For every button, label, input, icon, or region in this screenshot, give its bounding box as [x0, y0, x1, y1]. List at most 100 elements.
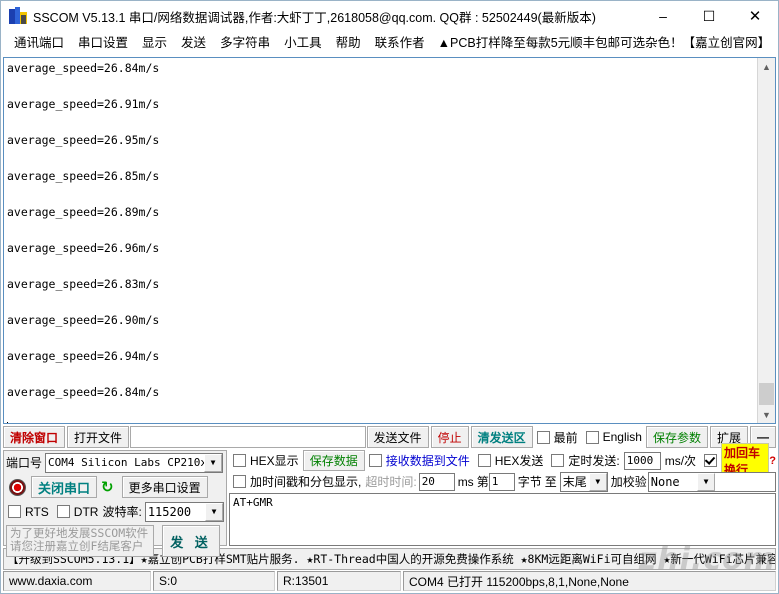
- crlf-checkbox[interactable]: [700, 454, 721, 467]
- status-website[interactable]: www.daxia.com: [3, 571, 151, 591]
- checksum-chevron-down-icon[interactable]: ▼: [697, 472, 715, 491]
- port-value: COM4 Silicon Labs CP210x U: [48, 456, 221, 469]
- terminal-line: average_speed=26.89m/s: [7, 205, 160, 219]
- to-label: 至: [544, 475, 557, 489]
- receive-area[interactable]: average_speed=26.84m/s average_speed=26.9…: [3, 57, 776, 424]
- timeout-unit-label: ms: [457, 474, 474, 489]
- scroll-up-icon[interactable]: ▲: [758, 58, 775, 75]
- dtr-checkbox[interactable]: DTR: [53, 505, 103, 519]
- baud-chevron-down-icon[interactable]: ▼: [205, 502, 223, 521]
- title-bar: SSCOM V5.13.1 串口/网络数据调试器,作者:大虾丁丁,2618058…: [1, 1, 778, 32]
- interval-input[interactable]: 1000: [623, 451, 661, 470]
- menu-item-multi-string[interactable]: 多字符串: [213, 32, 277, 55]
- menu-item-serial-settings[interactable]: 串口设置: [71, 32, 135, 55]
- send-text-area[interactable]: AT+GMR: [229, 493, 776, 546]
- minimize-button[interactable]: –: [640, 1, 686, 31]
- menu-item-comm-port[interactable]: 通讯端口: [7, 32, 71, 55]
- stop-button[interactable]: 停止: [430, 426, 469, 448]
- byte-index-input[interactable]: 1: [488, 472, 515, 491]
- recv-to-file-checkbox[interactable]: 接收数据到文件: [365, 452, 474, 469]
- close-port-button[interactable]: 关闭串口: [31, 476, 98, 498]
- status-connection: COM4 已打开 115200bps,8,1,None,None: [403, 571, 776, 591]
- terminal-line: average_speed=26.85m/s: [7, 169, 160, 183]
- timeout-label: 超时时间:: [365, 475, 417, 489]
- sscom-main-window: SSCOM V5.13.1 串口/网络数据调试器,作者:大虾丁丁,2618058…: [0, 0, 779, 594]
- terminal-scrollbar[interactable]: ▲ ▼: [757, 58, 775, 423]
- to-chevron-down-icon[interactable]: ▼: [588, 472, 607, 491]
- terminal-line: average_speed=26.83m/s: [7, 277, 160, 291]
- topmost-checkbox-box[interactable]: [536, 430, 550, 444]
- rts-checkbox-box[interactable]: [8, 505, 21, 518]
- hex-send-checkbox[interactable]: HEX发送: [474, 452, 548, 469]
- dtr-checkbox-box[interactable]: [56, 505, 70, 518]
- checksum-value: None: [650, 474, 680, 489]
- menu-item-contact-author[interactable]: 联系作者: [368, 32, 432, 55]
- menu-item-display[interactable]: 显示: [135, 32, 174, 55]
- topmost-label: 最前: [553, 430, 578, 445]
- terminal-line: average_speed=26.95m/s: [7, 133, 160, 147]
- checksum-label: 加校验: [610, 475, 647, 489]
- timeout-input[interactable]: 20: [418, 472, 455, 491]
- terminal-line: average_speed=26.84m/s: [7, 61, 160, 75]
- send-button[interactable]: 发 送: [162, 525, 220, 557]
- timed-send-label: 定时发送:: [568, 454, 620, 468]
- port-action-row: 关闭串口 ↻ 更多串口设置: [4, 473, 226, 500]
- menu-ad-link[interactable]: ▲PCB打样降至每款5元顺丰包邮可选杂色！【嘉立创官网】: [432, 32, 777, 55]
- byte-prefix-label: 第: [476, 475, 489, 489]
- scroll-down-icon[interactable]: ▼: [758, 406, 775, 423]
- chevron-down-icon[interactable]: ▼: [204, 453, 222, 472]
- port-select[interactable]: COM4 Silicon Labs CP210x U ▼: [45, 452, 223, 473]
- more-serial-settings-button[interactable]: 更多串口设置: [121, 476, 208, 498]
- menu-item-send[interactable]: 发送: [174, 32, 213, 55]
- hex-send-label: HEX发送: [494, 454, 544, 468]
- rts-checkbox[interactable]: RTS: [6, 505, 53, 519]
- baud-select[interactable]: 115200 ▼: [144, 501, 224, 522]
- maximize-button[interactable]: ☐: [686, 1, 732, 31]
- file-path-input[interactable]: [130, 426, 366, 448]
- terminal-line: average_speed=26.84m/s: [7, 385, 160, 399]
- baud-value: 115200: [147, 504, 192, 519]
- timed-send-checkbox[interactable]: 定时发送:: [547, 452, 623, 469]
- rts-label: RTS: [25, 504, 49, 519]
- clear-send-area-button[interactable]: 清发送区: [470, 426, 533, 448]
- clear-window-button[interactable]: 清除窗口: [3, 426, 66, 448]
- recv-to-file-checkbox-box[interactable]: [368, 454, 382, 467]
- hex-display-checkbox[interactable]: HEX显示: [229, 452, 303, 469]
- help-question-icon[interactable]: ?: [769, 455, 776, 467]
- timed-send-checkbox-box[interactable]: [551, 454, 565, 467]
- menu-item-tools[interactable]: 小工具: [277, 32, 329, 55]
- to-value: 末尾: [562, 475, 587, 489]
- timestamp-display-label: 加时间戳和分包显示,: [250, 475, 362, 489]
- terminal-line: average_speed=26.90m/s: [7, 313, 160, 327]
- close-button[interactable]: ✕: [732, 1, 778, 31]
- window-title: SSCOM V5.13.1 串口/网络数据调试器,作者:大虾丁丁,2618058…: [33, 10, 596, 25]
- menu-item-help[interactable]: 帮助: [329, 32, 368, 55]
- crlf-checkbox-box[interactable]: [704, 454, 718, 467]
- open-file-button[interactable]: 打开文件: [67, 426, 130, 448]
- to-select[interactable]: 末尾 ▼: [559, 471, 608, 492]
- status-sent-count: S:0: [153, 571, 275, 591]
- english-checkbox-box[interactable]: [585, 430, 599, 444]
- checksum-select[interactable]: None ▼: [647, 471, 776, 492]
- scrollbar-thumb[interactable]: [759, 383, 774, 405]
- topmost-checkbox[interactable]: 最前: [533, 426, 582, 448]
- port-status-led-icon: [9, 478, 26, 496]
- flow-baud-row: RTS DTR 波特率: 115200 ▼: [4, 500, 226, 522]
- refresh-icon[interactable]: ↻: [101, 478, 114, 496]
- hex-send-checkbox-box[interactable]: [477, 454, 491, 467]
- receive-options-row-2: 加时间戳和分包显示, 超时时间: 20 ms 第 1 字节 至 末尾 ▼ 加校验…: [229, 471, 776, 492]
- hex-display-checkbox-box[interactable]: [233, 454, 246, 467]
- sscom-building-icon: [9, 7, 27, 25]
- register-row: 为了更好地发展SSCOM软件 请您注册嘉立创F结尾客户 发 送: [4, 522, 226, 561]
- register-note-line: 请您注册嘉立创F结尾客户: [10, 539, 144, 553]
- register-note: 为了更好地发展SSCOM软件 请您注册嘉立创F结尾客户: [6, 525, 154, 557]
- send-file-button[interactable]: 发送文件: [366, 426, 429, 448]
- save-data-button[interactable]: 保存数据: [302, 450, 365, 471]
- control-panel: 端口号 COM4 Silicon Labs CP210x U ▼ 关闭串口 ↻ …: [3, 442, 776, 557]
- timestamp-display-checkbox[interactable]: 加时间戳和分包显示,: [229, 473, 365, 490]
- terminal-caret-line: [7, 422, 757, 423]
- timestamp-display-checkbox-box[interactable]: [233, 475, 246, 488]
- save-params-button[interactable]: 保存参数: [645, 426, 708, 448]
- english-checkbox[interactable]: English: [582, 426, 646, 448]
- menu-bar: 通讯端口 串口设置 显示 发送 多字符串 小工具 帮助 联系作者 ▲PCB打样降…: [1, 32, 778, 56]
